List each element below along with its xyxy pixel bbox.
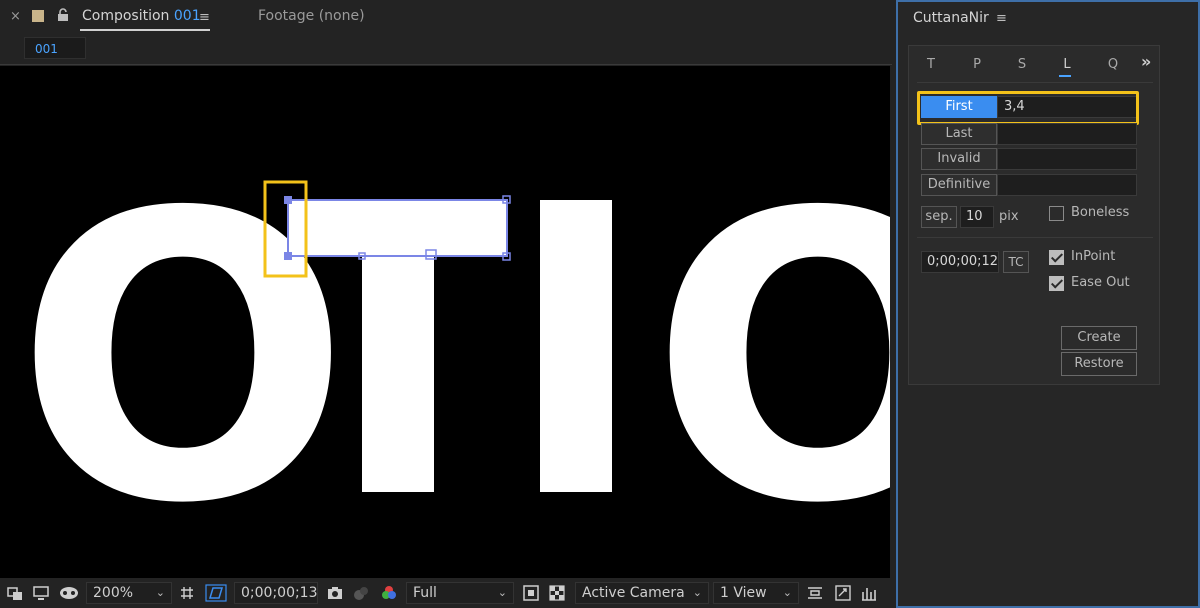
sep-unit-label: pix bbox=[999, 209, 1019, 224]
close-tab-button[interactable]: × bbox=[10, 9, 21, 24]
viewer-toolbar: 200% ⌄ 0;00;00;13 Full ⌄ Active Camera ⌄… bbox=[0, 578, 892, 608]
viewer-letter-o-left: O bbox=[15, 130, 351, 578]
viewer-canvas: O O bbox=[15, 130, 890, 578]
chevron-down-icon: ⌄ bbox=[497, 586, 507, 599]
composition-panel: × Composition 001 ≡ Footage (none) 001 O… bbox=[0, 0, 892, 608]
view-layout-value: 1 View bbox=[720, 585, 767, 601]
active-tab-underline bbox=[80, 29, 210, 31]
show-snapshot-icon[interactable] bbox=[352, 584, 370, 602]
transparency-grid-icon[interactable] bbox=[548, 584, 566, 602]
section-divider bbox=[917, 237, 1153, 238]
cuttananir-panel: CuttanaNir ≡ T P S L Q » First 3,4 Last … bbox=[896, 0, 1200, 608]
ease-out-checkbox[interactable] bbox=[1049, 276, 1064, 291]
camera-view-dropdown[interactable]: Active Camera ⌄ bbox=[575, 582, 709, 604]
always-preview-icon[interactable] bbox=[6, 584, 24, 602]
resolution-dropdown[interactable]: Full ⌄ bbox=[406, 582, 514, 604]
chevron-down-icon: ⌄ bbox=[155, 586, 165, 599]
more-tabs-icon[interactable]: » bbox=[1141, 52, 1151, 71]
composition-tab-bar: × Composition 001 ≡ Footage (none) bbox=[0, 0, 892, 34]
viewer-letter-t-bar bbox=[288, 200, 508, 256]
mask-visibility-icon[interactable] bbox=[58, 584, 80, 602]
composition-viewer[interactable]: O O bbox=[0, 66, 890, 578]
current-time-value: 0;00;00;13 bbox=[241, 585, 318, 601]
ease-out-label: Ease Out bbox=[1071, 275, 1130, 290]
last-button[interactable]: Last bbox=[921, 123, 997, 145]
toggle-pixel-aspect-icon[interactable] bbox=[806, 584, 824, 602]
camera-snapshot-icon[interactable] bbox=[326, 584, 344, 602]
restore-button[interactable]: Restore bbox=[1061, 352, 1137, 376]
shape-handle-bottom-left[interactable] bbox=[284, 252, 292, 260]
panel-menu-icon[interactable]: ≡ bbox=[996, 11, 1007, 26]
highlight-box-first bbox=[917, 91, 1139, 125]
definitive-field[interactable] bbox=[997, 174, 1137, 196]
inpoint-label: InPoint bbox=[1071, 249, 1116, 264]
definitive-button[interactable]: Definitive bbox=[921, 174, 997, 196]
tab-composition[interactable]: Composition 001 bbox=[82, 8, 201, 24]
zoom-value: 200% bbox=[93, 585, 134, 601]
tab-divider bbox=[917, 82, 1153, 83]
invalid-button[interactable]: Invalid bbox=[921, 148, 997, 170]
current-time-field[interactable]: 0;00;00;13 bbox=[234, 582, 318, 604]
last-field[interactable] bbox=[997, 123, 1137, 145]
panel-title: CuttanaNir bbox=[913, 10, 989, 26]
lock-icon[interactable] bbox=[56, 8, 70, 22]
timecode-field[interactable]: 0;00;00;12 bbox=[921, 251, 999, 273]
tc-button[interactable]: TC bbox=[1003, 251, 1029, 273]
tab-t[interactable]: T bbox=[921, 57, 941, 72]
color-channels-icon[interactable] bbox=[380, 584, 398, 602]
region-of-interest-icon[interactable] bbox=[178, 584, 196, 602]
breadcrumb-composition[interactable]: 001 bbox=[24, 37, 86, 59]
viewer-letter-o-right: O bbox=[650, 130, 890, 578]
tab-q[interactable]: Q bbox=[1103, 57, 1123, 72]
timeline-icon[interactable] bbox=[860, 584, 878, 602]
panel-content: T P S L Q » First 3,4 Last Invalid Defin… bbox=[908, 45, 1160, 385]
monitor-icon[interactable] bbox=[32, 584, 50, 602]
chevron-down-icon: ⌄ bbox=[782, 586, 792, 599]
tab-menu-icon[interactable]: ≡ bbox=[199, 10, 210, 25]
composition-swatch-icon bbox=[32, 10, 44, 22]
resolution-value: Full bbox=[413, 585, 437, 601]
zoom-dropdown[interactable]: 200% ⌄ bbox=[86, 582, 172, 604]
tab-l[interactable]: L bbox=[1057, 57, 1077, 72]
shape-handle-top-left[interactable] bbox=[284, 196, 292, 204]
sep-button[interactable]: sep. bbox=[921, 206, 957, 228]
chevron-down-icon: ⌄ bbox=[692, 586, 702, 599]
tab-s[interactable]: S bbox=[1012, 57, 1032, 72]
sep-value-field[interactable]: 10 bbox=[960, 206, 994, 228]
invalid-field[interactable] bbox=[997, 148, 1137, 170]
tab-composition-label: Composition bbox=[82, 8, 170, 24]
boneless-label: Boneless bbox=[1071, 205, 1130, 220]
create-button[interactable]: Create bbox=[1061, 326, 1137, 350]
toggle-mask-path-icon[interactable] bbox=[205, 584, 227, 602]
tab-footage[interactable]: Footage (none) bbox=[258, 8, 365, 24]
tab-p[interactable]: P bbox=[967, 57, 987, 72]
view-layout-dropdown[interactable]: 1 View ⌄ bbox=[713, 582, 799, 604]
breadcrumb-bar: 001 bbox=[0, 34, 892, 65]
fast-previews-icon[interactable] bbox=[522, 584, 540, 602]
tab-composition-number: 001 bbox=[173, 8, 201, 24]
inpoint-checkbox[interactable] bbox=[1049, 250, 1064, 265]
flowchart-icon[interactable] bbox=[834, 584, 852, 602]
boneless-checkbox[interactable] bbox=[1049, 206, 1064, 221]
camera-view-value: Active Camera bbox=[582, 585, 685, 601]
active-tab-underline bbox=[1059, 75, 1071, 77]
viewer-letter-i bbox=[540, 200, 612, 492]
